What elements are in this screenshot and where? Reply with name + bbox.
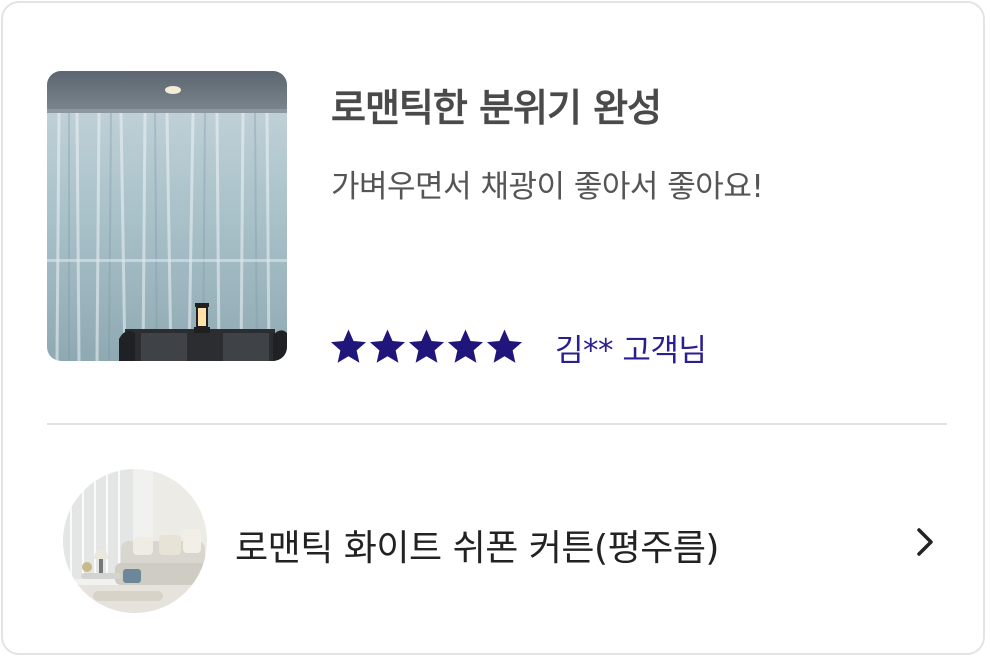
star-icon	[447, 328, 484, 363]
product-link[interactable]: 로맨틱 화이트 쉬폰 커튼(평주름)	[47, 465, 947, 615]
review-text: 가벼우면서 채광이 좋아서 좋아요!	[331, 169, 764, 205]
review-photo[interactable]	[47, 71, 287, 361]
divider	[47, 423, 947, 425]
star-icon	[408, 328, 445, 363]
product-name: 로맨틱 화이트 쉬폰 커튼(평주름)	[235, 528, 719, 569]
reviewer-name: 김** 고객님	[555, 333, 707, 369]
product-thumbnail	[63, 469, 207, 613]
star-icon	[330, 328, 367, 363]
review-card: 로맨틱한 분위기 완성 가벼우면서 채광이 좋아서 좋아요! 김** 고객님 로…	[1, 1, 985, 655]
star-rating	[329, 325, 524, 367]
review-title: 로맨틱한 분위기 완성	[331, 86, 662, 130]
chevron-right-icon	[917, 528, 933, 556]
star-icon	[486, 328, 523, 363]
star-icon	[369, 328, 406, 363]
